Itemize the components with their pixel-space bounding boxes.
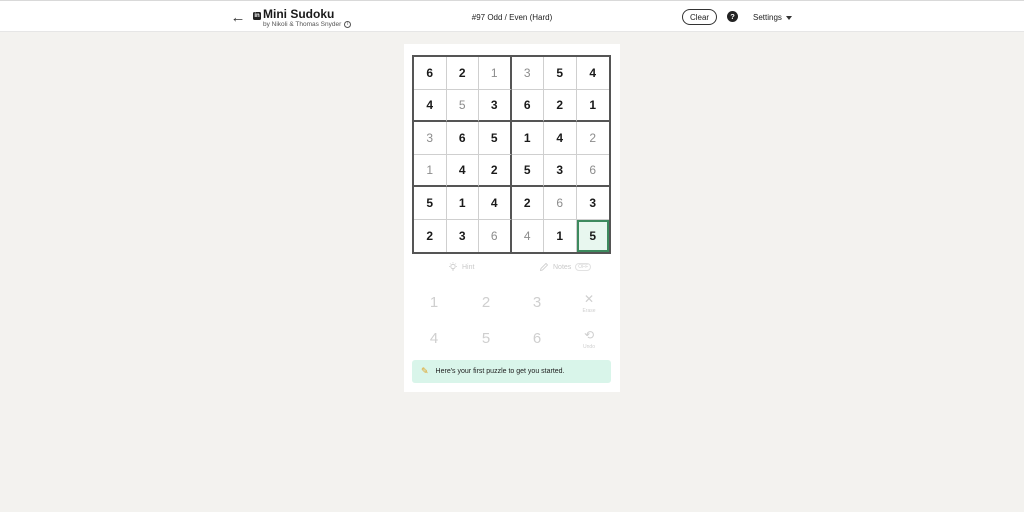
grid-cell[interactable]: 1 [544, 219, 577, 252]
grid-cell[interactable]: 5 [544, 57, 577, 90]
grid-cell[interactable]: 1 [414, 154, 447, 187]
puzzle-title: #97 Odd / Even (Hard) [471, 13, 553, 22]
help-icon[interactable]: ? [727, 11, 738, 22]
top-bar: ← in Mini Sudoku by Nikoli & Thomas Snyd… [0, 0, 1024, 32]
banner-text: Here's your first puzzle to get you star… [435, 368, 565, 375]
grid-cell[interactable]: 6 [511, 89, 544, 122]
lightbulb-icon [449, 262, 457, 271]
notes-toggle[interactable]: Notes OFF [539, 262, 592, 272]
grid-cell[interactable]: 5 [511, 154, 544, 187]
settings-label: Settings [753, 13, 782, 22]
puzzle-card: 621354453621365142142536514263236415 Hin… [404, 44, 620, 392]
selected-grid-cell[interactable]: 5 [576, 219, 609, 252]
close-icon: ✕ [583, 291, 595, 306]
grid-cell[interactable]: 1 [576, 89, 609, 122]
grid-cell[interactable]: 3 [576, 187, 609, 220]
undo-label: Undo [583, 343, 595, 350]
grid-cell[interactable]: 4 [511, 219, 544, 252]
linkedin-icon: in [253, 12, 261, 20]
grid-cell[interactable]: 1 [446, 187, 479, 220]
grid-cell[interactable]: 2 [414, 219, 447, 252]
grid-cell[interactable]: 5 [479, 122, 512, 155]
sudoku-grid: 621354453621365142142536514263236415 [412, 55, 611, 254]
tool-row: Hint Notes OFF [404, 262, 620, 280]
grid-cell[interactable]: 6 [479, 219, 512, 252]
grid-cell[interactable]: 4 [576, 57, 609, 90]
number-key-5[interactable]: 5 [466, 323, 506, 353]
grid-cell[interactable]: 3 [414, 122, 447, 155]
byline: by Nikoli & Thomas Snyder i [263, 21, 352, 28]
grid-cell[interactable]: 4 [414, 89, 447, 122]
grid-cell[interactable]: 6 [576, 154, 609, 187]
undo-button[interactable]: ⟲ Undo [569, 324, 609, 354]
app-title: Mini Sudoku [263, 7, 335, 21]
grid-cell[interactable]: 2 [576, 122, 609, 155]
byline-text: by Nikoli & Thomas Snyder [263, 21, 342, 28]
grid-cell[interactable]: 3 [446, 219, 479, 252]
number-key-1[interactable]: 1 [414, 287, 454, 317]
grid-cell[interactable]: 1 [511, 122, 544, 155]
pencil-icon: ✎ [421, 366, 429, 376]
grid-cell[interactable]: 3 [479, 89, 512, 122]
erase-button[interactable]: ✕ Erase [569, 288, 609, 318]
grid-cell[interactable]: 5 [446, 89, 479, 122]
number-key-3[interactable]: 3 [517, 287, 557, 317]
number-key-6[interactable]: 6 [517, 323, 557, 353]
grid-cell[interactable]: 1 [479, 57, 512, 90]
notes-state-badge: OFF [575, 263, 592, 271]
grid-cell[interactable]: 2 [544, 89, 577, 122]
grid-cell[interactable]: 6 [446, 122, 479, 155]
info-icon[interactable]: i [344, 21, 352, 28]
info-banner: ✎ Here's your first puzzle to get you st… [412, 360, 611, 383]
grid-cell[interactable]: 2 [511, 187, 544, 220]
grid-cell[interactable]: 2 [479, 154, 512, 187]
settings-menu[interactable]: Settings [753, 13, 792, 22]
undo-icon: ⟲ [583, 327, 595, 342]
grid-cell[interactable]: 4 [446, 154, 479, 187]
grid-cell[interactable]: 2 [446, 57, 479, 90]
hint-button[interactable]: Hint [448, 262, 474, 272]
grid-cell[interactable]: 4 [544, 122, 577, 155]
clear-button[interactable]: Clear [682, 9, 717, 25]
number-key-4[interactable]: 4 [414, 323, 454, 353]
number-key-2[interactable]: 2 [466, 287, 506, 317]
grid-cell[interactable]: 4 [479, 187, 512, 220]
chevron-down-icon [785, 15, 792, 20]
pencil-icon [539, 262, 549, 272]
grid-cell[interactable]: 6 [414, 57, 447, 90]
back-arrow-icon[interactable]: ← [229, 8, 247, 26]
grid-cell[interactable]: 6 [544, 187, 577, 220]
grid-cell[interactable]: 3 [544, 154, 577, 187]
erase-label: Erase [582, 307, 596, 314]
hint-label: Hint [462, 263, 475, 271]
grid-cell[interactable]: 5 [414, 187, 447, 220]
grid-cell[interactable]: 3 [511, 57, 544, 90]
notes-label: Notes [553, 263, 572, 271]
